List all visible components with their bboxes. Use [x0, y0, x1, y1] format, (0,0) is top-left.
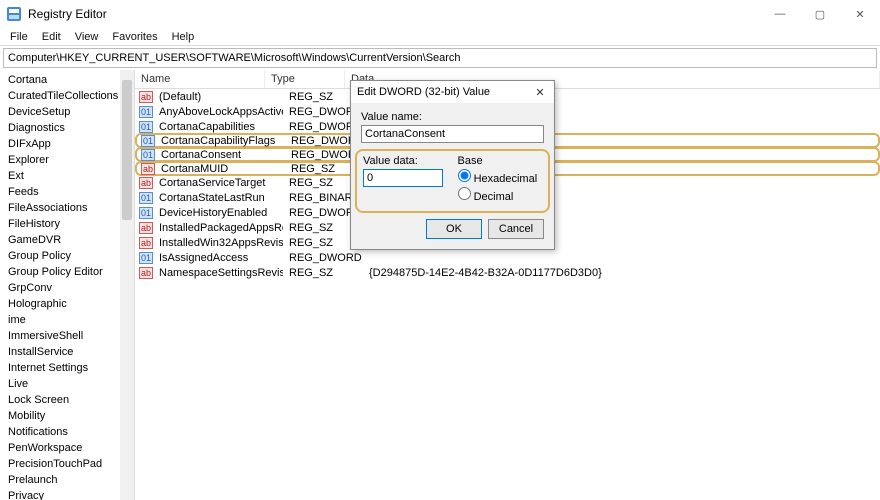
maximize-button[interactable]: ▢ — [800, 0, 840, 28]
tree-item[interactable]: GrpConv — [0, 280, 134, 296]
string-icon: ab — [139, 237, 153, 249]
cell-data: {D294875D-14E2-4B42-B32A-0D1177D6D3D0} — [363, 267, 880, 279]
tree-item[interactable]: ImmersiveShell — [0, 328, 134, 344]
tree-panel: CortanaCuratedTileCollectionsDeviceSetup… — [0, 70, 135, 500]
dword-icon: 01 — [141, 135, 155, 147]
cell-name: CortanaCapabilities — [153, 121, 283, 133]
tree-item[interactable]: Diagnostics — [0, 120, 134, 136]
dialog-close-button[interactable]: ✕ — [532, 86, 548, 99]
tree-item[interactable]: Internet Settings — [0, 360, 134, 376]
cell-name: CortanaServiceTarget — [153, 177, 283, 189]
regedit-icon — [6, 6, 22, 22]
dialog-title: Edit DWORD (32-bit) Value — [357, 86, 532, 98]
cell-name: DeviceHistoryEnabled — [153, 207, 283, 219]
cell-type: REG_DWORD — [283, 252, 363, 264]
value-data-label: Value data: — [363, 155, 448, 167]
cell-name: NamespaceSettingsRevision — [153, 267, 283, 279]
header-type[interactable]: Type — [265, 70, 345, 88]
dword-icon: 01 — [139, 106, 153, 118]
menu-favorites[interactable]: Favorites — [106, 29, 163, 45]
ok-button[interactable]: OK — [426, 219, 482, 239]
tree-item[interactable]: Group Policy — [0, 248, 134, 264]
tree-item[interactable]: CuratedTileCollections — [0, 88, 134, 104]
tree-item[interactable]: PenWorkspace — [0, 440, 134, 456]
address-text: Computer\HKEY_CURRENT_USER\SOFTWARE\Micr… — [8, 52, 461, 64]
tree-item[interactable]: Mobility — [0, 408, 134, 424]
dword-icon: 01 — [139, 121, 153, 133]
cell-name: CortanaStateLastRun — [153, 192, 283, 204]
value-data-input[interactable] — [363, 169, 443, 187]
string-icon: ab — [139, 222, 153, 234]
minimize-button[interactable]: — — [760, 0, 800, 28]
cancel-button[interactable]: Cancel — [488, 219, 544, 239]
cell-name: CortanaMUID — [155, 163, 285, 175]
tree-item[interactable]: DeviceSetup — [0, 104, 134, 120]
tree-item[interactable]: Lock Screen — [0, 392, 134, 408]
cell-name: InstalledWin32AppsRevision — [153, 237, 283, 249]
edit-dword-dialog: Edit DWORD (32-bit) Value ✕ Value name: … — [350, 80, 555, 250]
tree-item[interactable]: Privacy — [0, 488, 134, 500]
cell-name: InstalledPackagedAppsRevision — [153, 222, 283, 234]
cell-name: IsAssignedAccess — [153, 252, 283, 264]
string-icon: ab — [139, 267, 153, 279]
list-row[interactable]: 01IsAssignedAccessREG_DWORD — [135, 250, 880, 265]
header-name[interactable]: Name — [135, 70, 265, 88]
tree-item[interactable]: Group Policy Editor — [0, 264, 134, 280]
address-bar[interactable]: Computer\HKEY_CURRENT_USER\SOFTWARE\Micr… — [3, 48, 877, 68]
tree-item[interactable]: Prelaunch — [0, 472, 134, 488]
string-icon: ab — [139, 91, 153, 103]
menubar: File Edit View Favorites Help — [0, 28, 880, 46]
cell-name: AnyAboveLockAppsActive — [153, 106, 283, 118]
dword-icon: 01 — [139, 252, 153, 264]
dword-icon: 01 — [141, 149, 155, 161]
string-icon: ab — [141, 163, 155, 175]
tree-item[interactable]: Explorer — [0, 152, 134, 168]
tree-item[interactable]: Cortana — [0, 72, 134, 88]
tree-item[interactable]: PrecisionTouchPad — [0, 456, 134, 472]
window-title: Registry Editor — [28, 7, 760, 21]
cell-name: (Default) — [153, 91, 283, 103]
tree-item[interactable]: GameDVR — [0, 232, 134, 248]
value-name-label: Value name: — [361, 111, 544, 123]
tree-item[interactable]: ime — [0, 312, 134, 328]
menu-edit[interactable]: Edit — [36, 29, 67, 45]
tree-item[interactable]: Holographic — [0, 296, 134, 312]
cell-name: CortanaConsent — [155, 149, 285, 161]
radio-hex[interactable]: Hexadecimal — [458, 169, 543, 185]
tree-item[interactable]: DIFxApp — [0, 136, 134, 152]
tree-item[interactable]: Notifications — [0, 424, 134, 440]
list-row[interactable]: abNamespaceSettingsRevisionREG_SZ{D29487… — [135, 265, 880, 280]
titlebar: Registry Editor — ▢ ✕ — [0, 0, 880, 28]
cell-name: CortanaCapabilityFlags — [155, 135, 285, 147]
tree-item[interactable]: FileHistory — [0, 216, 134, 232]
close-button[interactable]: ✕ — [840, 0, 880, 28]
menu-help[interactable]: Help — [166, 29, 201, 45]
tree-scrollbar[interactable] — [120, 70, 134, 500]
dword-icon: 01 — [139, 207, 153, 219]
value-name-input[interactable] — [361, 125, 544, 143]
base-label: Base — [458, 155, 543, 167]
dword-icon: 01 — [139, 192, 153, 204]
tree-item[interactable]: Live — [0, 376, 134, 392]
tree-item[interactable]: InstallService — [0, 344, 134, 360]
radio-dec[interactable]: Decimal — [458, 187, 543, 203]
tree-item[interactable]: FileAssociations — [0, 200, 134, 216]
menu-file[interactable]: File — [4, 29, 34, 45]
menu-view[interactable]: View — [69, 29, 105, 45]
string-icon: ab — [139, 177, 153, 189]
tree-item[interactable]: Feeds — [0, 184, 134, 200]
cell-type: REG_SZ — [283, 267, 363, 279]
tree-item[interactable]: Ext — [0, 168, 134, 184]
